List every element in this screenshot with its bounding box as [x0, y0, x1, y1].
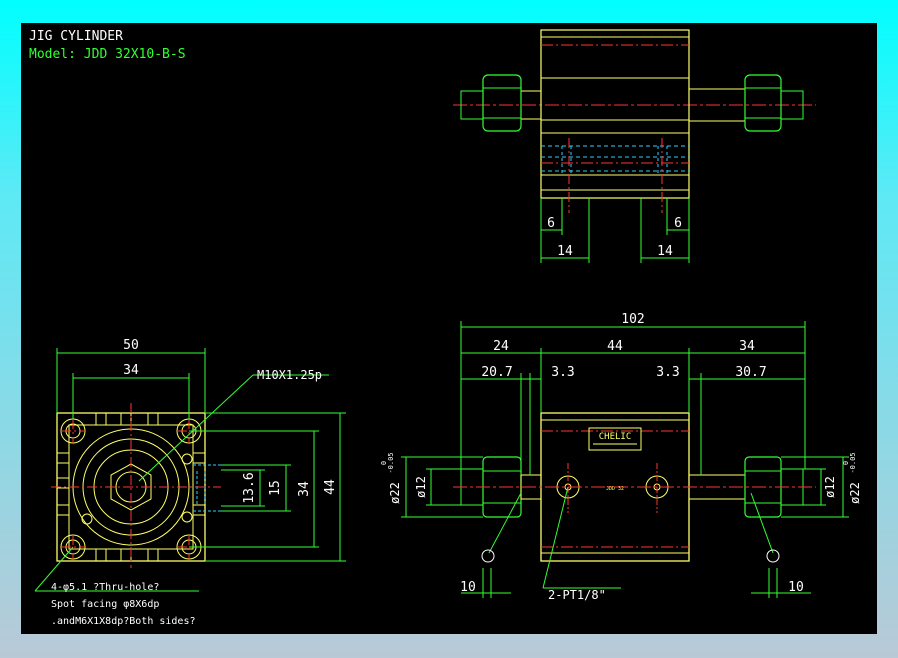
front-view: CHELIC JDD 32 102 24 44 34 20.7 3.3 3.3 … — [380, 312, 862, 602]
side-dim-width: 50 — [123, 338, 139, 353]
top-view: 6 6 14 14 — [453, 29, 816, 263]
brand-label: CHELIC — [599, 432, 632, 442]
small-hole — [81, 513, 93, 525]
front-dia-right-outer: ø22 — [848, 482, 862, 504]
side-dim-44: 44 — [323, 479, 338, 495]
top-dim-left-width: 14 — [557, 244, 573, 259]
port-hidden — [193, 464, 221, 512]
top-dim-right-width: 14 — [657, 244, 673, 259]
small-hole — [181, 453, 193, 465]
front-dim-bottom-left: 10 — [460, 580, 476, 595]
cad-drawing-canvas: JIG CYLINDER Model: JDD 32X10-B-S 6 6 14… — [21, 23, 877, 634]
front-dim-sub-left-b: 3.3 — [551, 365, 574, 380]
side-dim-hole-pitch: 34 — [123, 363, 139, 378]
side-dim-13-6: 13.6 — [242, 472, 257, 503]
front-dim-seg-mid: 44 — [607, 339, 623, 354]
front-dimension-lines — [401, 321, 849, 598]
port-label: 2-PT1/8" — [548, 588, 606, 602]
hole-note-1: 4-φ5.1 ?Thru-hole? — [51, 582, 159, 593]
cad-drawing: JIG CYLINDER Model: JDD 32X10-B-S 6 6 14… — [29, 29, 862, 627]
side-dim-15: 15 — [268, 480, 283, 496]
front-dim-overall: 102 — [621, 312, 644, 327]
front-tol-right-bot: -0.05 — [849, 452, 857, 473]
drawing-title: JIG CYLINDER — [29, 29, 123, 44]
model-label: Model: JDD 32X10-B-S — [29, 47, 186, 62]
front-dim-seg-right: 34 — [739, 339, 755, 354]
hole-note-2: Spot facing φ8X6dp — [51, 599, 159, 610]
front-dia-left-inner: ø12 — [414, 476, 428, 498]
front-dim-sub-right-b: 3.3 — [656, 365, 679, 380]
front-tol-left-bot: -0.05 — [387, 452, 395, 473]
side-dim-34: 34 — [297, 481, 312, 497]
front-dim-bottom-right: 10 — [788, 580, 804, 595]
top-right-nut — [744, 74, 782, 132]
thread-label: M10X1.25p — [257, 368, 322, 382]
leader-marker-left — [481, 549, 495, 563]
hole-note-3: .andM6X1X8dp?Both sides? — [51, 616, 196, 627]
small-hole — [181, 511, 193, 523]
top-dim-left-small: 6 — [547, 216, 555, 231]
side-view: 50 34 M10X1.25p 13.6 15 34 44 4-φ5.1 ?Th… — [34, 338, 346, 627]
front-dim-sub-right: 30.7 — [735, 365, 766, 380]
top-dim-right-small: 6 — [674, 216, 682, 231]
front-dia-right-inner: ø12 — [823, 476, 837, 498]
top-left-nut — [482, 74, 522, 132]
front-dim-seg-left: 24 — [493, 339, 509, 354]
front-dia-left-outer: ø22 — [388, 482, 402, 504]
front-dim-sub-left: 20.7 — [481, 365, 512, 380]
side-dimension-lines — [34, 348, 346, 592]
